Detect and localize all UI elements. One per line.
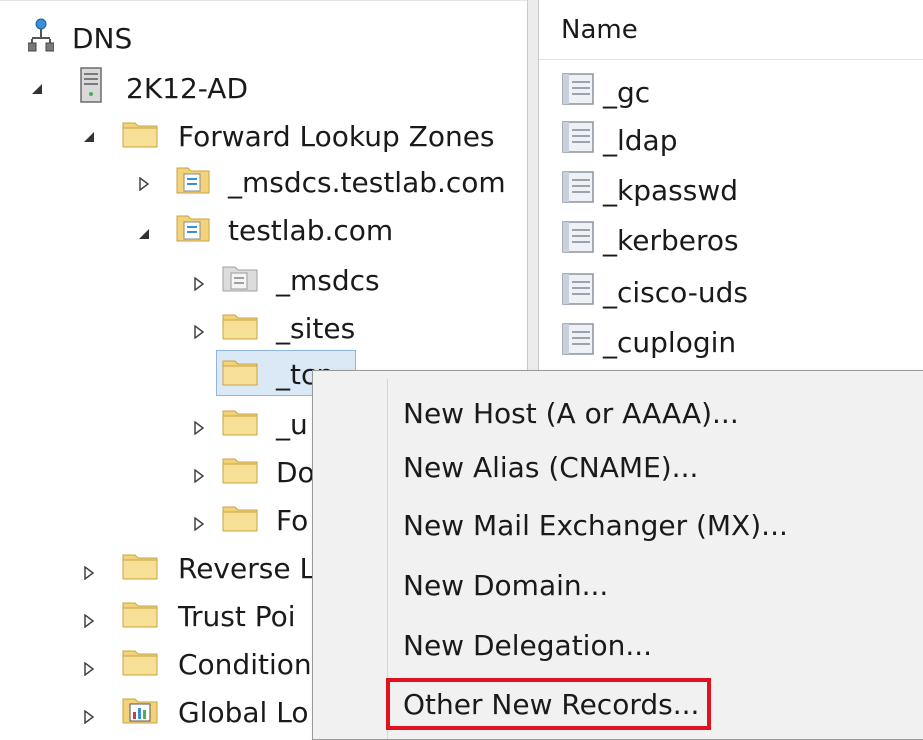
expand-arrow-icon[interactable] xyxy=(192,277,206,291)
expand-arrow-icon[interactable] xyxy=(82,614,96,628)
global-catalog-icon xyxy=(122,694,158,730)
tree-label-dns: DNS xyxy=(72,21,133,55)
menu-item-new-alias[interactable]: New Alias (CNAME)... xyxy=(403,443,698,491)
folder-icon xyxy=(222,356,258,393)
list-item-label: _ldap xyxy=(603,123,678,157)
list-item[interactable]: _cuplogin xyxy=(561,320,736,364)
document-icon xyxy=(561,71,597,114)
folder-icon xyxy=(222,406,258,443)
delegation-folder-icon xyxy=(222,262,258,299)
list-item-label: _gc xyxy=(603,75,651,109)
tree-label-msdcs-delegation: _msdcs xyxy=(276,263,380,297)
tree-node-msdcs-delegation[interactable]: _msdcs xyxy=(222,258,380,302)
tree-node-dns[interactable]: DNS xyxy=(27,16,133,60)
column-header-name[interactable]: Name xyxy=(539,0,923,60)
tree-label-domain-dns-zones: Do xyxy=(276,455,315,489)
list-item-label: _kerberos xyxy=(603,223,739,257)
tree-node-udp[interactable]: _u xyxy=(222,402,308,446)
tree-node-sites[interactable]: _sites xyxy=(222,306,355,350)
annotation-highlight-box xyxy=(386,678,711,730)
folder-icon xyxy=(122,118,158,155)
tree-label-sites: _sites xyxy=(276,311,356,345)
menu-item-new-domain[interactable]: New Domain... xyxy=(403,561,608,609)
expand-arrow-icon[interactable] xyxy=(192,325,206,339)
tree-node-msdcs-zone[interactable]: _msdcs.testlab.com xyxy=(176,160,506,204)
tree-label-testlab-zone: testlab.com xyxy=(228,213,394,247)
document-icon xyxy=(561,219,597,262)
expand-arrow-icon[interactable] xyxy=(192,469,206,483)
list-item[interactable]: _ldap xyxy=(561,118,677,162)
menu-item-new-mail-exchanger[interactable]: New Mail Exchanger (MX)... xyxy=(403,501,788,549)
tree-node-forward-lookup-zones[interactable]: Forward Lookup Zones xyxy=(122,114,495,158)
folder-icon xyxy=(222,454,258,491)
collapse-arrow-icon[interactable] xyxy=(30,82,44,96)
list-item[interactable]: _cisco-uds xyxy=(561,270,748,314)
folder-icon xyxy=(122,550,158,587)
document-icon xyxy=(561,271,597,314)
document-icon xyxy=(561,119,597,162)
list-item-label: _kpasswd xyxy=(603,173,738,207)
document-icon xyxy=(561,321,597,364)
folder-icon xyxy=(122,646,158,683)
tree-label-conditional-forwarders: Condition xyxy=(178,647,312,681)
tree-node-forest-dns-zones[interactable]: Fo xyxy=(222,498,308,542)
folder-icon xyxy=(222,310,258,347)
expand-arrow-icon[interactable] xyxy=(82,710,96,724)
tree-node-global-logs[interactable]: Global Lo xyxy=(122,690,308,729)
list-item-label: _cuplogin xyxy=(603,325,737,359)
menu-item-new-host[interactable]: New Host (A or AAAA)... xyxy=(403,389,739,437)
tree-node-conditional-forwarders[interactable]: Condition xyxy=(122,642,312,686)
zone-icon xyxy=(176,164,210,201)
list-item[interactable]: _gc xyxy=(561,70,650,114)
expand-arrow-icon[interactable] xyxy=(82,566,96,580)
collapse-arrow-icon[interactable] xyxy=(82,130,96,144)
list-item-label: _cisco-uds xyxy=(603,275,749,309)
expand-arrow-icon[interactable] xyxy=(192,421,206,435)
folder-icon xyxy=(222,502,258,539)
server-icon xyxy=(80,66,102,110)
document-icon xyxy=(561,169,597,212)
network-icon xyxy=(27,18,55,59)
folder-icon xyxy=(122,598,158,635)
tree-node-testlab-zone[interactable]: testlab.com xyxy=(176,208,393,252)
collapse-arrow-icon[interactable] xyxy=(137,227,151,241)
tree-node-reverse-lookup-zones[interactable]: Reverse L xyxy=(122,546,315,590)
tree-label-reverse-lookup-zones: Reverse L xyxy=(178,551,316,585)
list-item[interactable]: _kerberos xyxy=(561,218,739,262)
tree-label-forward-lookup-zones: Forward Lookup Zones xyxy=(178,119,495,153)
tree-node-domain-dns-zones[interactable]: Do xyxy=(222,450,315,494)
zone-icon xyxy=(176,212,210,249)
expand-arrow-icon[interactable] xyxy=(82,662,96,676)
tree-label-global-logs: Global Lo xyxy=(178,695,309,729)
expand-arrow-icon[interactable] xyxy=(192,517,206,531)
list-item[interactable]: _kpasswd xyxy=(561,168,738,212)
tree-label-trust-points: Trust Poi xyxy=(178,599,296,633)
tree-label-udp: _u xyxy=(276,407,308,441)
tree-node-trust-points[interactable]: Trust Poi xyxy=(122,594,296,638)
tree-label-forest-dns-zones: Fo xyxy=(276,503,309,537)
tree-node-server[interactable]: 2K12-AD xyxy=(80,66,248,110)
tree-label-msdcs-zone: _msdcs.testlab.com xyxy=(228,165,506,199)
expand-arrow-icon[interactable] xyxy=(137,177,151,191)
menu-item-new-delegation[interactable]: New Delegation... xyxy=(403,621,652,669)
context-menu: New Host (A or AAAA)... New Alias (CNAME… xyxy=(312,370,923,740)
tree-label-server: 2K12-AD xyxy=(126,71,249,105)
